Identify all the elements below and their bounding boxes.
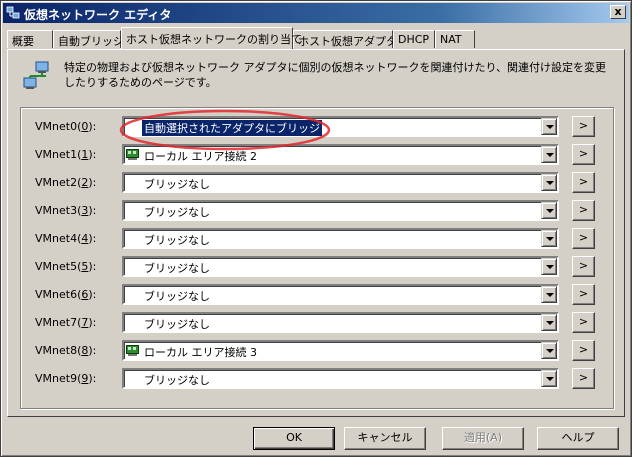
vmnet-row: VMnet7(7): ブリッジなし > <box>21 310 615 334</box>
title-bar[interactable]: 仮想ネットワーク エディタ x <box>3 3 629 23</box>
tab-host-virtual-adapters[interactable]: ホスト仮想アダプタ <box>293 30 397 48</box>
network-adapter-icon <box>126 149 139 160</box>
vmnet-label: VMnet7(7): <box>35 316 97 329</box>
vmnet-label: VMnet1(1): <box>35 148 97 161</box>
chevron-down-icon[interactable] <box>541 174 557 191</box>
vmnet-row: VMnet9(9): ブリッジなし > <box>21 366 615 390</box>
tab-auto-bridge[interactable]: 自動ブリッジ <box>53 30 124 48</box>
apply-button[interactable]: 適用(A) <box>442 427 524 450</box>
chevron-down-icon[interactable] <box>541 202 557 219</box>
chevron-down-icon[interactable] <box>541 286 557 303</box>
vmnet-row: VMnet8(8): ローカル エリア接続 3 > <box>21 338 615 362</box>
selected-value: ブリッジなし <box>144 206 210 219</box>
vmnet-label: VMnet5(5): <box>35 260 97 273</box>
chevron-down-icon[interactable] <box>541 146 557 163</box>
chevron-down-icon[interactable] <box>541 342 557 359</box>
chevron-down-icon[interactable] <box>541 118 557 135</box>
selected-value: ブリッジなし <box>144 290 210 303</box>
network-adapter-icon <box>126 345 139 356</box>
vmnet-label: VMnet6(6): <box>35 288 97 301</box>
vmnet-settings-button[interactable]: > <box>572 340 595 361</box>
vmnet-adapter-select[interactable]: ブリッジなし <box>122 368 559 389</box>
chevron-down-icon[interactable] <box>541 370 557 387</box>
help-button[interactable]: ヘルプ <box>537 427 619 450</box>
vmnet-label: VMnet3(3): <box>35 204 97 217</box>
selected-value: ブリッジなし <box>144 262 210 275</box>
close-button[interactable]: x <box>610 5 626 19</box>
vmnet-adapter-select[interactable]: ローカル エリア接続 2 <box>122 144 559 165</box>
vmnet-adapter-select[interactable]: ブリッジなし <box>122 228 559 249</box>
cancel-button[interactable]: キャンセル <box>344 427 426 450</box>
vmnet-settings-button[interactable]: > <box>572 284 595 305</box>
vmnet-adapter-select[interactable]: ブリッジなし <box>122 200 559 221</box>
selected-value: ブリッジなし <box>144 234 210 247</box>
vmnet-row: VMnet1(1): ローカル エリア接続 2 > <box>21 142 615 166</box>
vmnet-label: VMnet9(9): <box>35 372 97 385</box>
vmnet-row: VMnet3(3): ブリッジなし > <box>21 198 615 222</box>
selected-value: ブリッジなし <box>144 178 210 191</box>
vmnet-settings-button[interactable]: > <box>572 256 595 277</box>
vmnet-label: VMnet8(8): <box>35 344 97 357</box>
chevron-down-icon[interactable] <box>541 230 557 247</box>
vmnet-adapter-select[interactable]: 自動選択されたアダプタにブリッジ <box>122 116 559 137</box>
vmnet-label: VMnet4(4): <box>35 232 97 245</box>
selected-value: 自動選択されたアダプタにブリッジ <box>142 120 322 136</box>
vmnet-settings-button[interactable]: > <box>572 368 595 389</box>
vmnet-mapping-group: VMnet0(0): 自動選択されたアダプタにブリッジ > VMnet1(1): ローカ… <box>20 107 614 409</box>
vmnet-label: VMnet0(0): <box>35 120 97 133</box>
vmnet-settings-button[interactable]: > <box>572 228 595 249</box>
vmnet-settings-button[interactable]: > <box>572 312 595 333</box>
vmnet-settings-button[interactable]: > <box>572 172 595 193</box>
vmnet-settings-button[interactable]: > <box>572 200 595 221</box>
vmnet-row: VMnet4(4): ブリッジなし > <box>21 226 615 250</box>
tab-overview[interactable]: 概要 <box>7 30 53 48</box>
vmnet-label: VMnet2(2): <box>35 176 97 189</box>
vmnet-adapter-select[interactable]: ブリッジなし <box>122 312 559 333</box>
page-description: 特定の物理および仮想ネットワーク アダプタに個別の仮想ネットワークを関連付けたり… <box>64 61 607 89</box>
vmnet-row: VMnet5(5): ブリッジなし > <box>21 254 615 278</box>
vmnet-adapter-select[interactable]: ローカル エリア接続 3 <box>122 340 559 361</box>
selected-value: ローカル エリア接続 3 <box>144 346 257 359</box>
tab-host-vnet-mapping[interactable]: ホスト仮想ネットワークの割り当て <box>121 27 302 49</box>
vmnet-settings-button[interactable]: > <box>572 116 595 137</box>
vmnet-adapter-select[interactable]: ブリッジなし <box>122 172 559 193</box>
selected-value: ローカル エリア接続 2 <box>144 150 257 163</box>
vmnet-adapter-select[interactable]: ブリッジなし <box>122 284 559 305</box>
vmnet-row: VMnet2(2): ブリッジなし > <box>21 170 615 194</box>
vmnet-row: VMnet6(6): ブリッジなし > <box>21 282 615 306</box>
chevron-down-icon[interactable] <box>541 314 557 331</box>
tab-dhcp[interactable]: DHCP <box>393 30 435 48</box>
network-map-icon <box>23 61 49 89</box>
vmnet-adapter-select[interactable]: ブリッジなし <box>122 256 559 277</box>
network-app-icon <box>6 6 20 19</box>
chevron-down-icon[interactable] <box>541 258 557 275</box>
vmnet-settings-button[interactable]: > <box>572 144 595 165</box>
selected-value: ブリッジなし <box>144 374 210 387</box>
tab-panel: 特定の物理および仮想ネットワーク アダプタに個別の仮想ネットワークを関連付けたり… <box>7 49 625 417</box>
dialog-window: 仮想ネットワーク エディタ x 概要 自動ブリッジ ホスト仮想ネットワークの割り… <box>0 0 632 457</box>
window-title: 仮想ネットワーク エディタ <box>24 8 172 22</box>
selected-value: ブリッジなし <box>144 318 210 331</box>
vmnet-row: VMnet0(0): 自動選択されたアダプタにブリッジ > <box>21 114 615 138</box>
tab-nat[interactable]: NAT <box>435 30 475 48</box>
ok-button[interactable]: OK <box>253 427 335 450</box>
